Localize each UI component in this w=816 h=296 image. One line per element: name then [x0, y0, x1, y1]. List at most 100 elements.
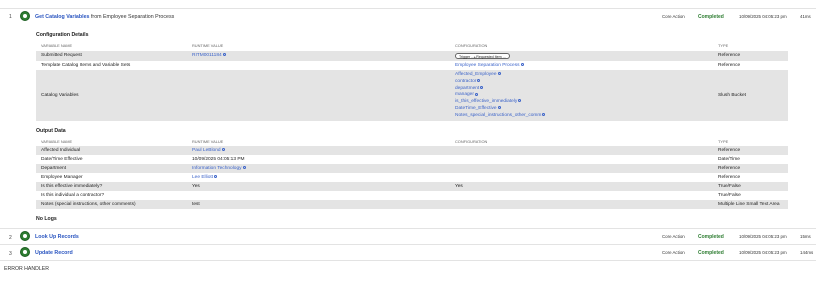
runtime-value: 10/09/2025 04:05:13 PM [192, 157, 245, 162]
step-type: Core Action [662, 14, 685, 19]
variable-name: Date/Time Effective [41, 157, 83, 162]
variable-type: Multiple Line Small Text Area [718, 202, 780, 207]
table-row: Catalog Variables Affected_Employee cont… [36, 70, 788, 121]
step-number: 3 [9, 251, 12, 257]
step-title: Update Record [35, 250, 73, 256]
runtime-link[interactable]: RITM0011184 [192, 53, 226, 58]
variable-type: Reference [718, 175, 741, 180]
variable-type: Reference [718, 166, 741, 171]
info-icon [520, 63, 524, 67]
catalog-variable-link[interactable]: DateTime_Effective [455, 106, 545, 113]
variable-name: Notes (special instructions, other comme… [41, 202, 136, 207]
runtime-value: Yes [192, 184, 200, 189]
col-runtime-value: RUNTIME VALUE [192, 139, 224, 144]
config-table-header: VARIABLE NAME RUNTIME VALUE CONFIGURATIO… [36, 42, 788, 49]
variable-name: Submitted Request [41, 53, 82, 58]
variable-type: Date/Time [718, 157, 740, 162]
col-configuration: CONFIGURATION [455, 43, 488, 48]
col-runtime-value: RUNTIME VALUE [192, 43, 224, 48]
step-title: Look Up Records [35, 234, 79, 240]
info-icon [497, 106, 501, 110]
step-divider [0, 228, 816, 229]
step-title-link[interactable]: Look Up Records [35, 234, 79, 240]
step-number: 1 [9, 14, 12, 20]
step-type: Core Action [662, 250, 685, 255]
output-section-title: Output Data [36, 128, 66, 134]
variable-type: True/False [718, 184, 741, 189]
info-icon [214, 175, 218, 179]
runtime-value: test [192, 202, 200, 207]
col-type: TYPE [718, 139, 729, 144]
step-title-link[interactable]: Update Record [35, 250, 73, 256]
step-title: Get Catalog Variables from Employee Sepa… [35, 14, 174, 20]
completed-status-icon [20, 11, 30, 21]
table-row: Is this effective immediately? Yes Yes T… [36, 182, 788, 191]
error-handler-label[interactable]: ERROR HANDLER [4, 266, 49, 272]
step-timestamp: 10/09/2025 04:05:23 pm [739, 14, 787, 19]
col-configuration: CONFIGURATION [455, 139, 488, 144]
step-status: Completed [698, 234, 724, 240]
completed-status-icon [20, 231, 30, 241]
data-pill[interactable]: Trigger ...▸Requested Item ... [455, 53, 510, 59]
step-duration: 15ms [800, 234, 811, 239]
table-row: Template Catalog Items and Variable Sets… [36, 61, 788, 70]
info-icon [474, 92, 478, 96]
info-icon [497, 72, 501, 76]
config-link[interactable]: Employee Separation Process [455, 63, 524, 68]
completed-status-icon [20, 247, 30, 257]
col-variable-name: VARIABLE NAME [41, 139, 73, 144]
variable-name: Is this individual a contractor? [41, 193, 105, 198]
variable-name: Is this effective immediately? [41, 184, 103, 189]
variable-name: Employee Manager [41, 175, 83, 180]
runtime-link[interactable]: Paul LeBlond [192, 148, 225, 153]
step-timestamp: 10/09/2025 04:05:23 pm [739, 250, 787, 255]
catalog-variable-link[interactable]: is_this_effective_immediately [455, 99, 545, 106]
table-row: Notes (special instructions, other comme… [36, 200, 788, 209]
col-type: TYPE [718, 43, 729, 48]
catalog-variable-link[interactable]: Affected_Employee [455, 72, 545, 79]
info-icon [518, 99, 522, 103]
variable-type: Reference [718, 63, 741, 68]
step-divider [0, 244, 816, 245]
variable-type: True/False [718, 193, 741, 198]
table-row: Affected Individual Paul LeBlond Referen… [36, 146, 788, 155]
variable-name: Template Catalog Items and Variable Sets [41, 63, 131, 68]
catalog-variable-link[interactable]: contractor [455, 79, 545, 86]
col-variable-name: VARIABLE NAME [41, 43, 73, 48]
info-icon [480, 85, 484, 89]
info-icon [222, 53, 226, 57]
step-type: Core Action [662, 234, 685, 239]
step-status: Completed [698, 250, 724, 256]
info-icon [477, 79, 481, 83]
info-icon [221, 148, 225, 152]
runtime-link[interactable]: Lee Elliott [192, 175, 218, 180]
step-duration: 144ms [800, 250, 814, 255]
config-section-title: Configuration Details [36, 32, 89, 38]
table-row: Submitted Request RITM0011184 Trigger ..… [36, 51, 788, 61]
step-title-link[interactable]: Get Catalog Variables [35, 14, 89, 20]
step-divider [0, 260, 816, 261]
step-source: from Employee Separation Process [90, 14, 175, 20]
step-number: 2 [9, 235, 12, 241]
runtime-link[interactable]: Information Technology [192, 166, 246, 171]
variable-name: Affected Individual [41, 148, 81, 153]
variable-name: Department [41, 166, 67, 171]
variable-type: Reference [718, 53, 741, 58]
variable-type: Slush Bucket [718, 93, 746, 98]
table-row: Employee Manager Lee Elliott Reference [36, 173, 788, 182]
step-duration: 41ms [800, 14, 811, 19]
table-row: Date/Time Effective 10/09/2025 04:05:13 … [36, 155, 788, 164]
table-row: Department Information Technology Refere… [36, 164, 788, 173]
table-row: Is this individual a contractor? True/Fa… [36, 191, 788, 200]
catalog-variable-link[interactable]: Notes_special_instructions_other_comm [455, 113, 546, 120]
top-divider [0, 8, 816, 9]
step-status: Completed [698, 14, 724, 20]
configuration-value: Yes [455, 184, 463, 189]
variable-type: Reference [718, 148, 741, 153]
logs-section-title: No Logs [36, 216, 57, 222]
info-icon [542, 113, 546, 117]
output-table-header: VARIABLE NAME RUNTIME VALUE CONFIGURATIO… [36, 138, 788, 145]
step-timestamp: 10/09/2025 04:05:23 pm [739, 234, 787, 239]
variable-name: Catalog Variables [41, 93, 79, 98]
catalog-variable-list: Affected_Employee contractor department … [455, 72, 546, 120]
